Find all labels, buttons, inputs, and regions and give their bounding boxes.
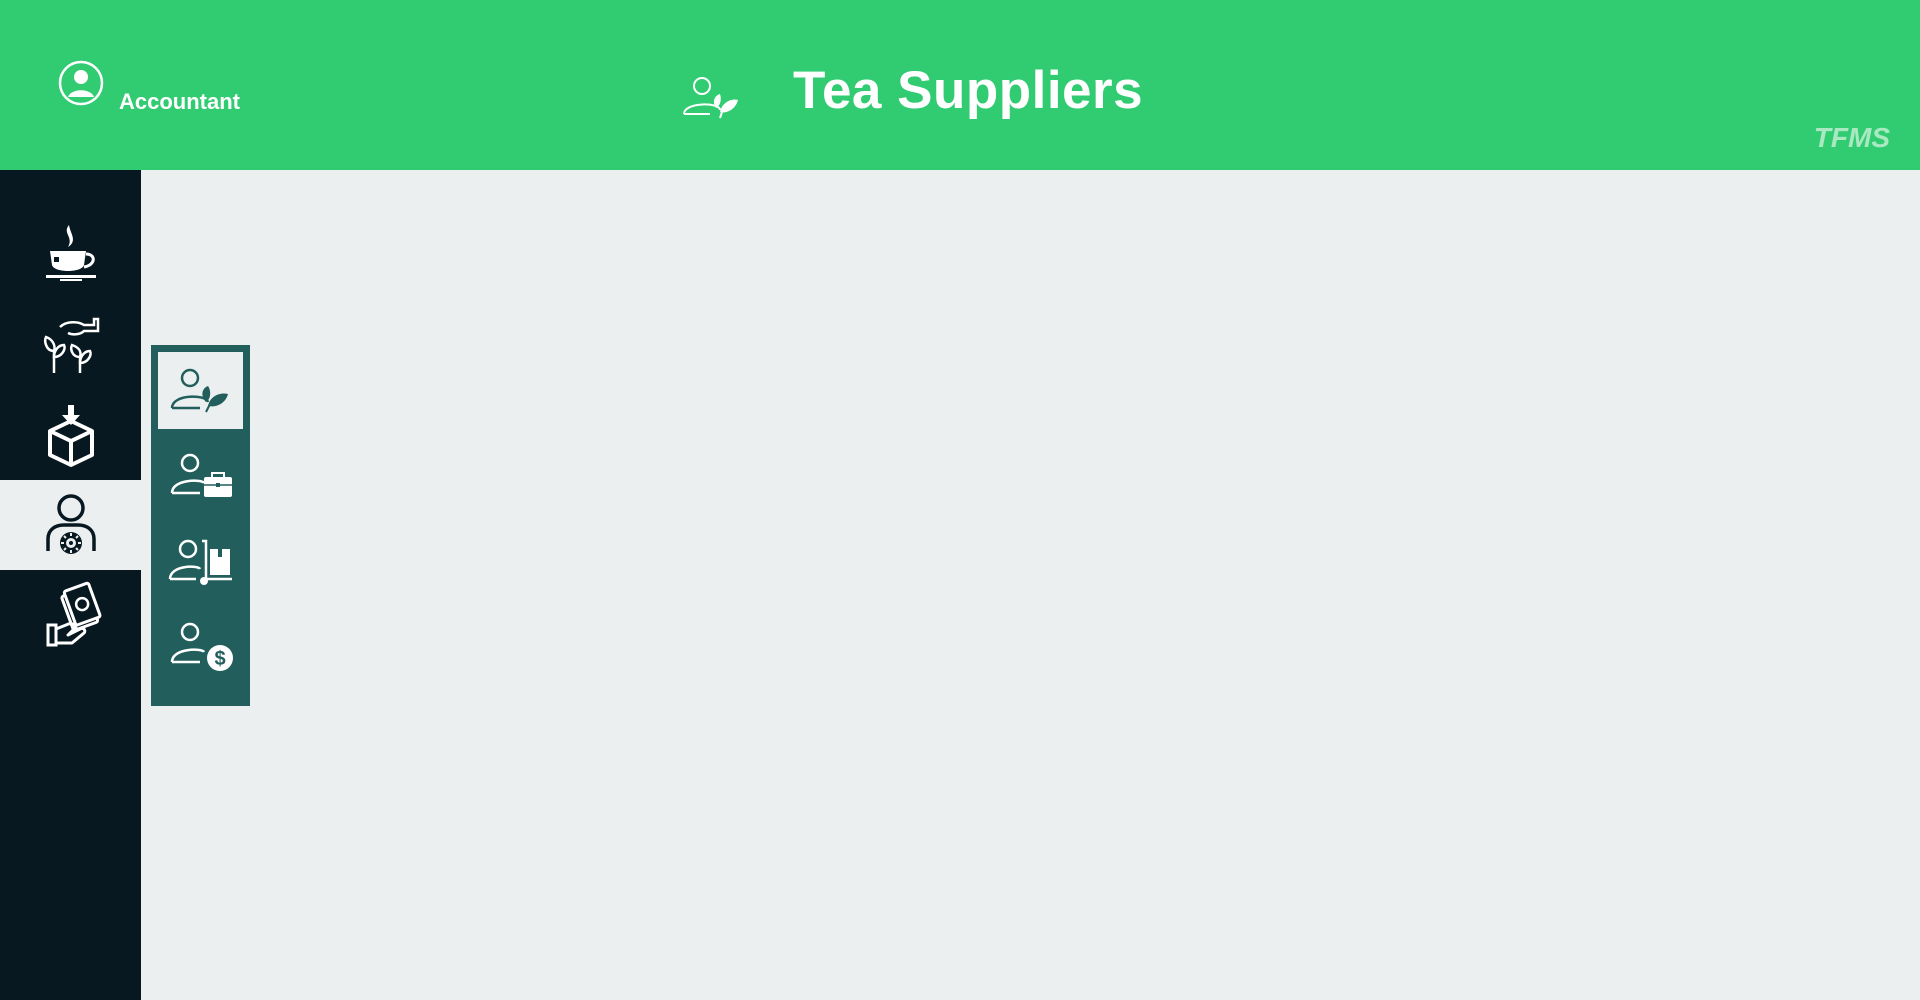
user-gear-icon — [45, 494, 96, 554]
user-leaf-icon — [170, 368, 228, 412]
tea-supplier-icon — [683, 77, 738, 119]
sidebar-item-plantation[interactable] — [0, 300, 141, 390]
user-briefcase-icon — [170, 453, 232, 497]
plant-care-icon — [43, 317, 99, 373]
page-title: Tea Suppliers — [793, 61, 1144, 120]
sidebar — [0, 170, 141, 1000]
sidebar-item-tea[interactable] — [0, 210, 141, 300]
submenu-item-tea-suppliers[interactable] — [158, 352, 243, 429]
user-role-label: Accountant — [119, 89, 240, 114]
submenu-item-delivery[interactable] — [158, 523, 243, 600]
hand-money-icon — [46, 581, 101, 647]
box-download-icon — [47, 405, 94, 467]
tea-cup-icon — [45, 225, 96, 281]
sidebar-item-inventory[interactable] — [0, 390, 141, 480]
submenu-item-employees[interactable] — [158, 437, 243, 514]
user-trolley-icon — [168, 539, 232, 585]
sidebar-item-payments[interactable] — [0, 570, 141, 660]
submenu-item-payroll[interactable]: $ — [158, 608, 243, 685]
header-bar: Accountant Tea Suppliers TFMS — [0, 0, 1920, 170]
sidebar-item-supplier-management[interactable] — [0, 480, 141, 570]
svg-text:$: $ — [214, 648, 225, 670]
user-circle-icon[interactable] — [58, 60, 104, 106]
user-dollar-icon: $ — [170, 622, 233, 671]
brand-logo-text: TFMS — [1813, 122, 1890, 153]
supplier-submenu: $ — [151, 345, 250, 706]
